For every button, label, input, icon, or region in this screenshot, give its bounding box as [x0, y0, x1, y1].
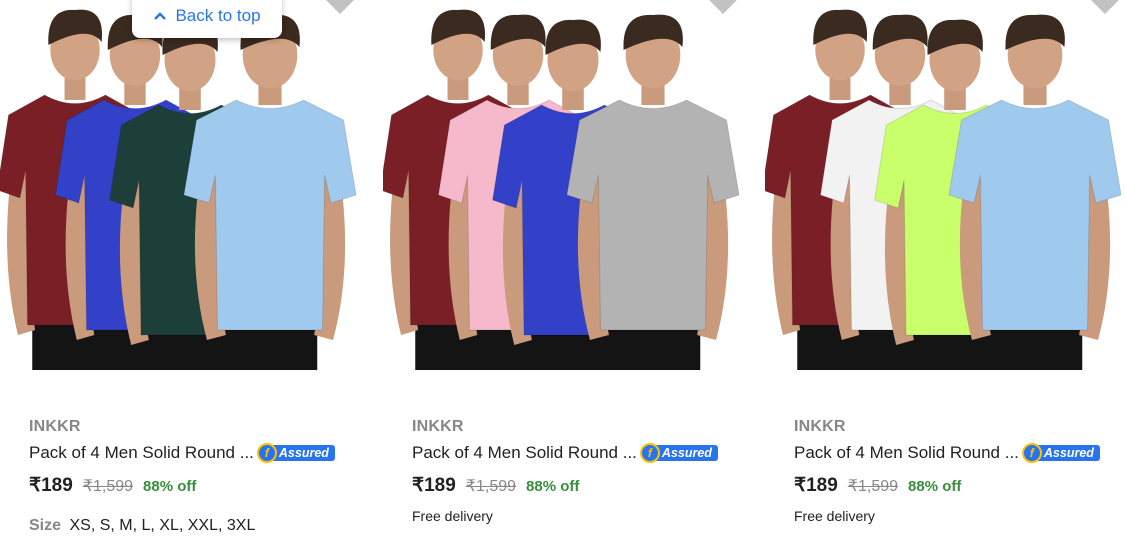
assured-label: Assured: [268, 445, 335, 461]
chevron-up-icon: [153, 11, 167, 21]
product-discount: 88% off: [143, 478, 197, 495]
tshirt-group-image: [765, 9, 1122, 370]
product-image[interactable]: [765, 0, 1126, 370]
assured-icon: f: [1021, 443, 1042, 463]
size-label: Size: [29, 517, 62, 534]
product-image[interactable]: [0, 0, 382, 370]
size-row: Size XS, S, M, L, XL, XXL, 3XL: [29, 517, 255, 535]
product-card[interactable]: INKKR Pack of 4 Men Solid Round ... f As…: [383, 0, 765, 538]
assured-icon: f: [639, 443, 660, 463]
wishlist-heart-icon[interactable]: [323, 0, 357, 17]
size-values: XS, S, M, L, XL, XXL, 3XL: [69, 517, 256, 534]
product-title[interactable]: Pack of 4 Men Solid Round ...: [794, 443, 1019, 463]
product-image[interactable]: [383, 0, 765, 370]
tshirt-group-image: [383, 9, 740, 370]
assured-icon: f: [256, 443, 277, 463]
product-grid: INKKR Pack of 4 Men Solid Round ... f As…: [0, 0, 1126, 538]
product-price: ₹189: [794, 475, 838, 496]
product-brand: INKKR: [794, 418, 846, 435]
product-discount: 88% off: [908, 478, 962, 495]
product-title[interactable]: Pack of 4 Men Solid Round ...: [412, 443, 637, 463]
assured-badge: f Assured: [256, 443, 335, 463]
product-card[interactable]: INKKR Pack of 4 Men Solid Round ... f As…: [765, 0, 1126, 538]
delivery-info: Free delivery: [412, 508, 493, 524]
product-title[interactable]: Pack of 4 Men Solid Round ...: [29, 443, 254, 463]
product-brand: INKKR: [412, 418, 464, 435]
back-to-top-label: Back to top: [175, 6, 261, 25]
product-discount: 88% off: [526, 478, 580, 495]
delivery-info: Free delivery: [794, 508, 875, 524]
assured-badge: f Assured: [1021, 443, 1100, 463]
assured-label: Assured: [651, 445, 718, 461]
assured-badge: f Assured: [639, 443, 718, 463]
back-to-top-button[interactable]: Back to top: [132, 0, 282, 38]
product-card[interactable]: INKKR Pack of 4 Men Solid Round ... f As…: [0, 0, 382, 538]
wishlist-heart-icon[interactable]: [1088, 0, 1122, 17]
product-price: ₹189: [412, 475, 456, 496]
product-mrp: ₹1,599: [847, 478, 899, 495]
tshirt-group-image: [0, 9, 357, 370]
product-mrp: ₹1,599: [465, 478, 517, 495]
product-brand: INKKR: [29, 418, 81, 435]
wishlist-heart-icon[interactable]: [706, 0, 740, 17]
product-mrp: ₹1,599: [82, 478, 134, 495]
assured-label: Assured: [1033, 445, 1100, 461]
product-price: ₹189: [29, 475, 73, 496]
